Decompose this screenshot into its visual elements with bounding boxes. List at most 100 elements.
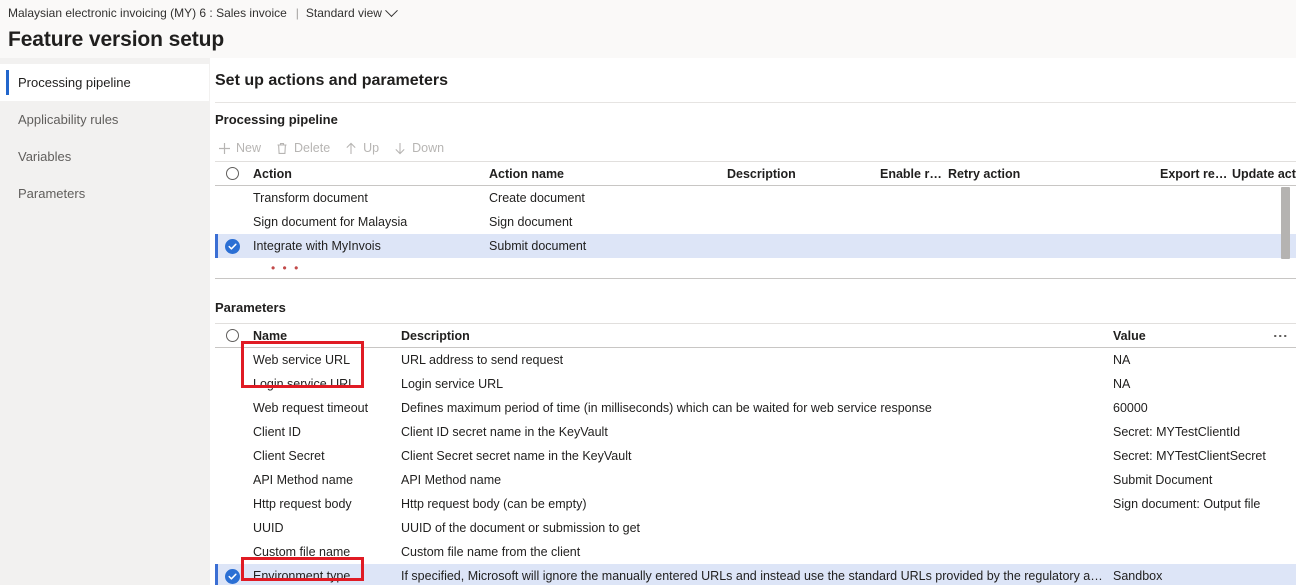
move-up-button-label: Up [363, 141, 379, 155]
arrow-down-icon [393, 141, 407, 155]
column-header-enable-retry[interactable]: Enable retry [876, 167, 944, 181]
sidebar-nav: Processing pipeline Applicability rules … [0, 58, 210, 585]
view-switcher-label: Standard view [306, 4, 382, 22]
breadcrumb-separator: | [296, 4, 299, 22]
select-all-radio[interactable] [215, 167, 249, 180]
column-header-action-name[interactable]: Action name [485, 167, 723, 181]
select-all-radio[interactable] [215, 329, 249, 342]
cell-description: Defines maximum period of time (in milli… [397, 401, 1109, 415]
chevron-down-icon [385, 4, 398, 17]
checkmark-icon [225, 569, 240, 584]
cell-value: Submit Document [1109, 473, 1296, 487]
parameters-grid-header: Name Description Value ⋮ [215, 323, 1296, 348]
sidebar-item-parameters[interactable]: Parameters [0, 175, 209, 212]
more-options-icon: ⋮ [1276, 329, 1286, 342]
pipeline-vertical-scrollbar[interactable] [1281, 187, 1290, 263]
table-row-selected[interactable]: Integrate with MyInvois Submit document [215, 234, 1296, 258]
cell-name: API Method name [249, 473, 397, 487]
table-row[interactable]: Web request timeout Defines maximum peri… [215, 396, 1296, 420]
page-body: Processing pipeline Applicability rules … [0, 58, 1296, 585]
cell-description: Client Secret secret name in the KeyVaul… [397, 449, 1109, 463]
radio-icon [226, 329, 239, 342]
row-select[interactable] [215, 239, 249, 254]
column-header-name[interactable]: Name [249, 329, 397, 343]
row-select[interactable] [215, 569, 249, 584]
processing-pipeline-section: Processing pipeline New Delete [210, 102, 1296, 279]
column-header-value[interactable]: Value [1109, 329, 1200, 343]
cell-value: NA [1109, 377, 1296, 391]
column-header-update-action[interactable]: Update act... [1228, 167, 1296, 181]
table-row[interactable]: Client ID Client ID secret name in the K… [215, 420, 1296, 444]
cell-name: Client ID [249, 425, 397, 439]
page-header: Malaysian electronic invoicing (MY) 6 : … [0, 0, 1296, 58]
cell-description: Client ID secret name in the KeyVault [397, 425, 1109, 439]
sidebar-item-label: Applicability rules [18, 112, 118, 127]
table-row[interactable]: Web service URL URL address to send requ… [215, 348, 1296, 372]
table-row[interactable]: Sign document for Malaysia Sign document [215, 210, 1296, 234]
breadcrumb-context: Malaysian electronic invoicing (MY) 6 : … [8, 4, 287, 22]
arrow-up-icon [344, 141, 358, 155]
cell-value: Sandbox [1109, 569, 1296, 583]
parameters-title: Parameters [210, 291, 1296, 323]
cell-description: UUID of the document or submission to ge… [397, 521, 1109, 535]
table-row[interactable]: Login service URL Login service URL NA [215, 372, 1296, 396]
column-header-description[interactable]: Description [723, 167, 876, 181]
sidebar-item-label: Parameters [18, 186, 85, 201]
sidebar-item-label: Processing pipeline [18, 75, 131, 90]
scrollbar-thumb[interactable] [1281, 187, 1290, 259]
cell-value: Secret: MYTestClientSecret [1109, 449, 1296, 463]
cell-value: Sign document: Output file [1109, 497, 1296, 511]
pipeline-grid-bottom-divider [215, 278, 1296, 279]
cell-action: Integrate with MyInvois [249, 239, 485, 253]
table-row[interactable]: Transform document Create document [215, 186, 1296, 210]
move-down-button[interactable]: Down [391, 139, 452, 157]
cell-name: Web service URL [249, 353, 397, 367]
table-row[interactable]: UUID UUID of the document or submission … [215, 516, 1296, 540]
move-up-button[interactable]: Up [342, 139, 387, 157]
cell-action: Sign document for Malaysia [249, 215, 485, 229]
table-row[interactable]: Custom file name Custom file name from t… [215, 540, 1296, 564]
table-row[interactable]: Http request body Http request body (can… [215, 492, 1296, 516]
sidebar-item-variables[interactable]: Variables [0, 138, 209, 175]
column-header-action[interactable]: Action [249, 167, 485, 181]
cell-value: Secret: MYTestClientId [1109, 425, 1296, 439]
table-row[interactable]: API Method name API Method name Submit D… [215, 468, 1296, 492]
breadcrumb: Malaysian electronic invoicing (MY) 6 : … [8, 4, 1296, 22]
checkmark-icon [225, 239, 240, 254]
sidebar-item-processing-pipeline[interactable]: Processing pipeline [0, 64, 209, 101]
column-header-description[interactable]: Description [397, 329, 1109, 343]
cell-description: Http request body (can be empty) [397, 497, 1109, 511]
cell-action-name: Sign document [485, 215, 723, 229]
cell-action-name: Create document [485, 191, 723, 205]
move-down-button-label: Down [412, 141, 444, 155]
cell-value: 60000 [1109, 401, 1296, 415]
sidebar-item-applicability-rules[interactable]: Applicability rules [0, 101, 209, 138]
new-button[interactable]: New [215, 139, 269, 157]
cell-description: API Method name [397, 473, 1109, 487]
delete-button[interactable]: Delete [273, 139, 338, 157]
view-switcher[interactable]: Standard view [306, 4, 396, 22]
table-row-selected[interactable]: Environment type If specified, Microsoft… [215, 564, 1296, 585]
column-header-export-result[interactable]: Export result [1156, 167, 1228, 181]
cell-name: Environment type [249, 569, 397, 583]
cell-name: Web request timeout [249, 401, 397, 415]
pipeline-grid-header: Action Action name Description Enable re… [215, 161, 1296, 186]
parameters-grid-options-button[interactable]: ⋮ [1200, 329, 1296, 342]
cell-name: Login service URL [249, 377, 397, 391]
cell-action: Transform document [249, 191, 485, 205]
cell-name: UUID [249, 521, 397, 535]
delete-button-label: Delete [294, 141, 330, 155]
main-content: Set up actions and parameters Processing… [210, 58, 1296, 585]
cell-description: Custom file name from the client [397, 545, 1109, 559]
cell-name: Custom file name [249, 545, 397, 559]
processing-pipeline-title: Processing pipeline [210, 103, 1296, 135]
cell-description: URL address to send request [397, 353, 1109, 367]
table-row[interactable]: Client Secret Client Secret secret name … [215, 444, 1296, 468]
new-button-label: New [236, 141, 261, 155]
cell-description: If specified, Microsoft will ignore the … [397, 569, 1109, 583]
main-heading: Set up actions and parameters [210, 58, 1296, 90]
column-header-retry-action[interactable]: Retry action [944, 167, 1156, 181]
parameters-section: Parameters Name Description Value ⋮ Web … [210, 291, 1296, 585]
radio-icon [226, 167, 239, 180]
cell-description: Login service URL [397, 377, 1109, 391]
